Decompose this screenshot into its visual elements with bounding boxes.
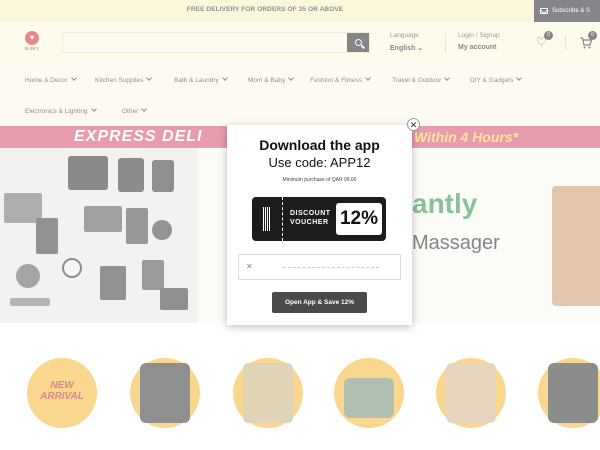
discount-voucher-image: DISCOUNT VOUCHER 12% [252,197,386,241]
clear-icon[interactable]: ✕ [246,262,253,271]
voucher-label: DISCOUNT VOUCHER [290,210,331,226]
phone-input[interactable]: ✕ [238,254,401,280]
voucher-stub [252,197,283,241]
voucher-percent: 12% [336,203,382,235]
open-app-button[interactable]: Open App & Save 12% [272,292,367,313]
modal-min-purchase: Minimum purchase of QAR 99.00 [282,177,357,183]
modal-code-line: Use code: APP12 [268,155,371,170]
input-placeholder-line [283,267,379,268]
barcode-icon [263,207,271,231]
app-download-modal: Download the app Use code: APP12 Minimum… [227,125,412,325]
close-icon[interactable]: ✕ [407,118,420,131]
modal-title: Download the app [259,137,380,153]
